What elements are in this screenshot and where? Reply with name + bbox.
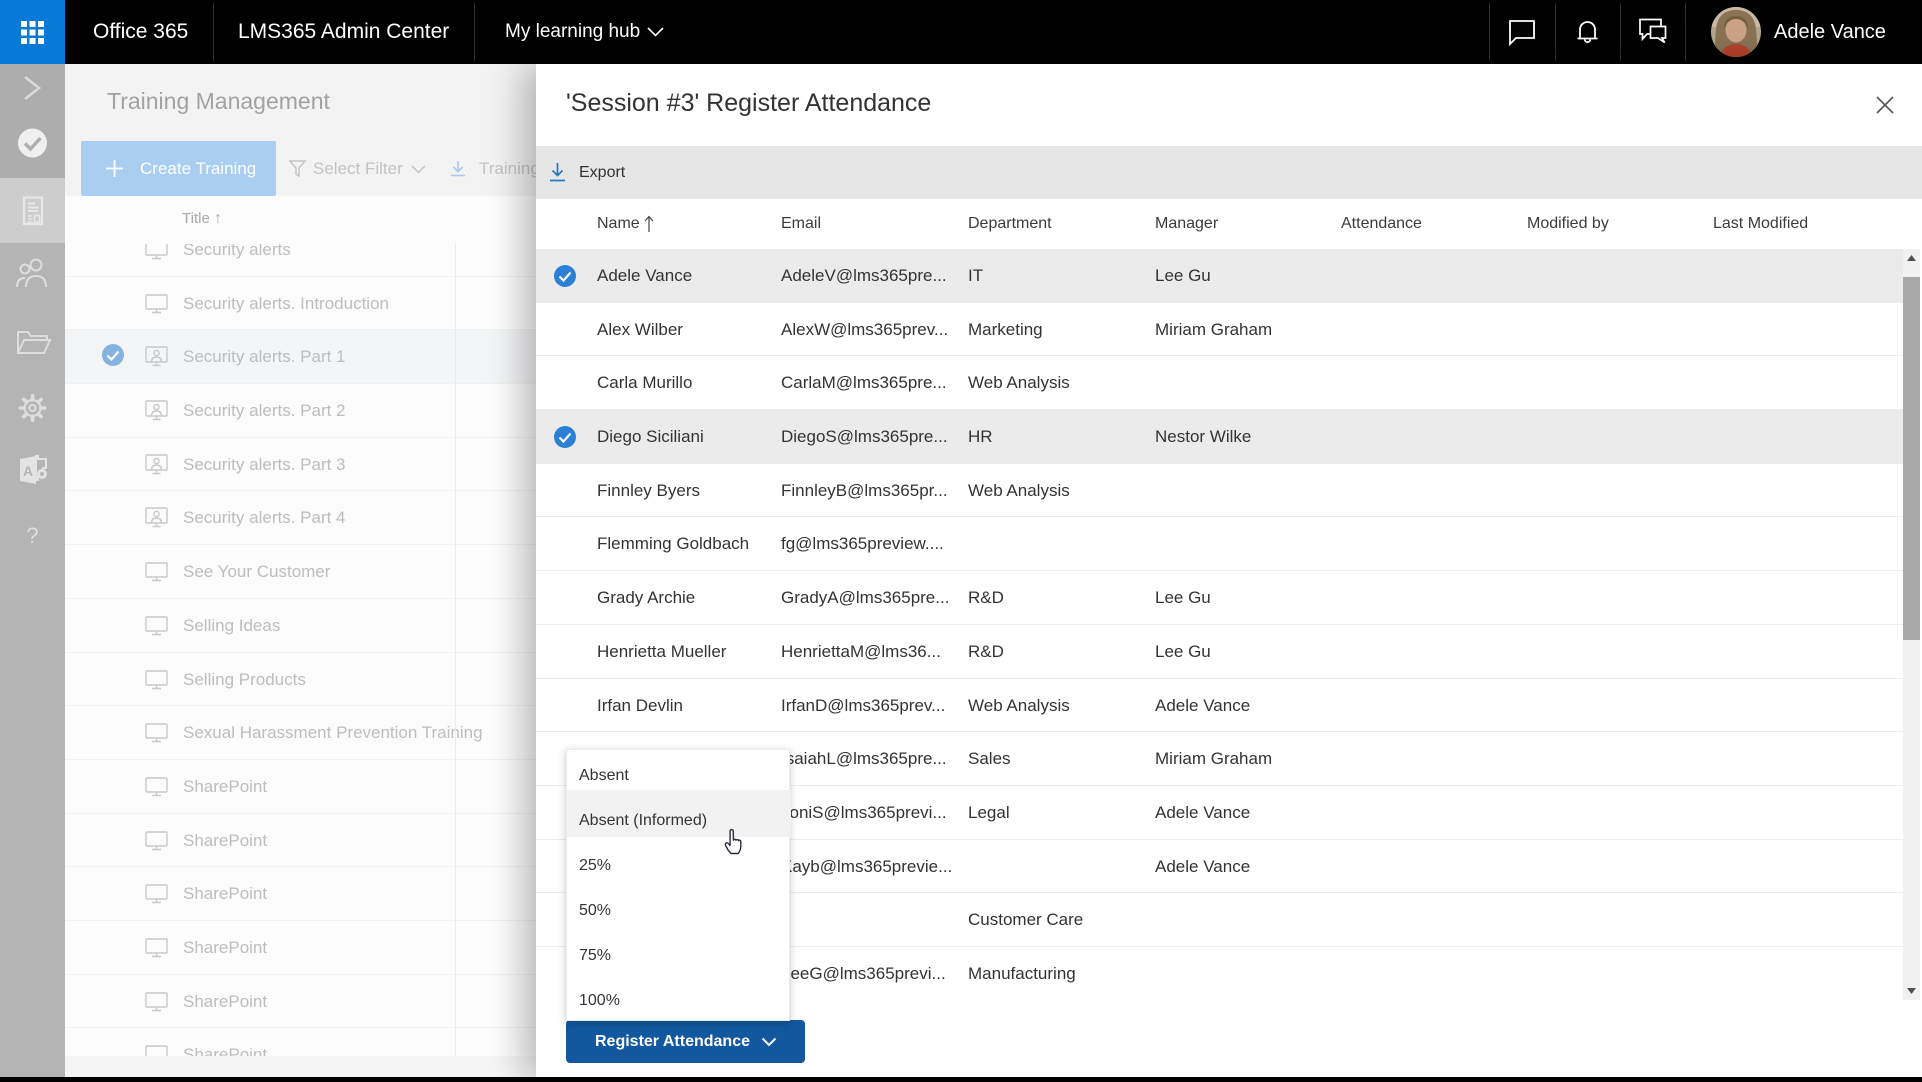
- svg-text:A: A: [23, 463, 33, 479]
